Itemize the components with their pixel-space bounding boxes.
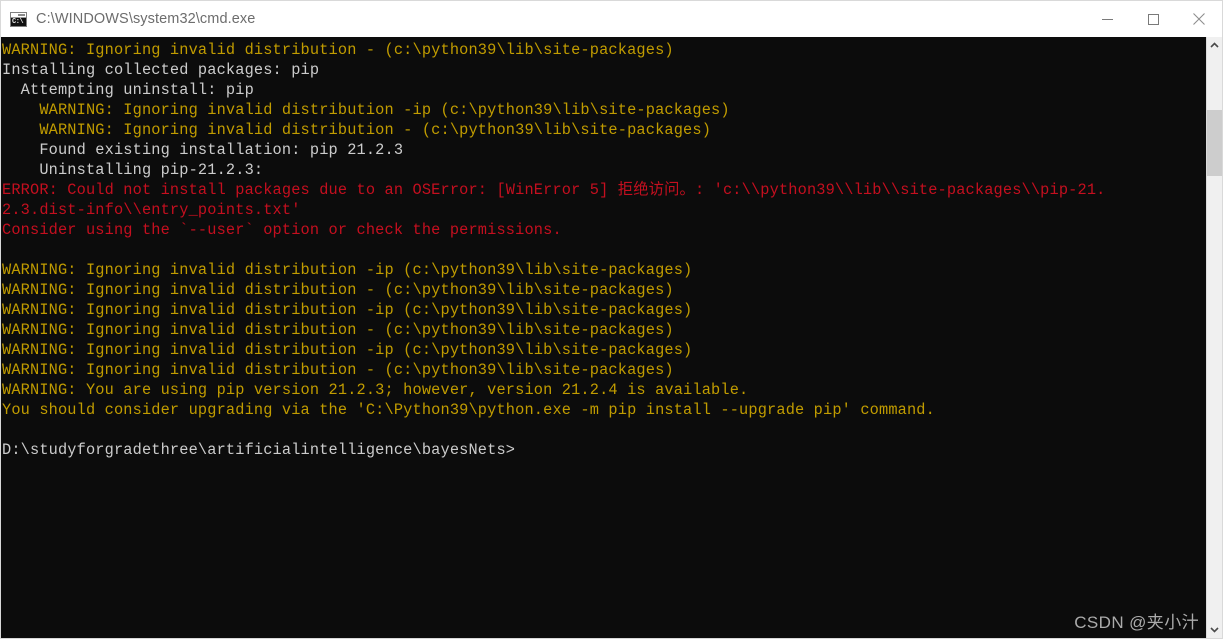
scroll-up-button[interactable] bbox=[1207, 37, 1222, 54]
cmd-icon-dots bbox=[18, 13, 25, 16]
title-bar[interactable]: C:\ C:\WINDOWS\system32\cmd.exe bbox=[0, 0, 1223, 37]
close-button[interactable] bbox=[1176, 1, 1222, 37]
console-line: D:\studyforgradethree\artificialintellig… bbox=[2, 441, 516, 459]
console-line: WARNING: Ignoring invalid distribution -… bbox=[2, 301, 693, 319]
cmd-icon: C:\ bbox=[10, 11, 27, 27]
window-controls bbox=[1084, 1, 1222, 37]
window-title: C:\WINDOWS\system32\cmd.exe bbox=[36, 11, 256, 27]
console-line: 2.3.dist-info\\entry_points.txt' bbox=[2, 201, 301, 219]
console-line: Consider using the `--user` option or ch… bbox=[2, 221, 562, 239]
console-line: WARNING: Ignoring invalid distribution -… bbox=[2, 341, 693, 359]
vertical-scrollbar[interactable] bbox=[1206, 37, 1223, 638]
cmd-icon-prompt: C:\ bbox=[11, 17, 26, 26]
console-output[interactable]: WARNING: Ignoring invalid distribution -… bbox=[1, 37, 1206, 638]
console-line: ERROR: Could not install packages due to… bbox=[2, 181, 1106, 199]
console-line: You should consider upgrading via the 'C… bbox=[2, 401, 935, 419]
cmd-window: C:\ C:\WINDOWS\system32\cmd.exe WARNING:… bbox=[0, 0, 1223, 639]
console-line: WARNING: Ignoring invalid distribution -… bbox=[2, 361, 674, 379]
console-line: WARNING: Ignoring invalid distribution -… bbox=[2, 281, 674, 299]
console-line: Attempting uninstall: pip bbox=[2, 81, 254, 99]
minimize-button[interactable] bbox=[1084, 1, 1130, 37]
maximize-button[interactable] bbox=[1130, 1, 1176, 37]
scrollbar-track[interactable] bbox=[1207, 54, 1222, 621]
console-line: WARNING: Ignoring invalid distribution -… bbox=[2, 321, 674, 339]
console-line: Found existing installation: pip 21.2.3 bbox=[2, 141, 404, 159]
console-line: WARNING: Ignoring invalid distribution -… bbox=[2, 261, 693, 279]
scroll-down-button[interactable] bbox=[1207, 621, 1222, 638]
scrollbar-thumb[interactable] bbox=[1207, 110, 1222, 176]
console-line: WARNING: Ignoring invalid distribution -… bbox=[2, 41, 674, 59]
console-line: WARNING: You are using pip version 21.2.… bbox=[2, 381, 749, 399]
console-line: Uninstalling pip-21.2.3: bbox=[2, 161, 264, 179]
console-line: WARNING: Ignoring invalid distribution -… bbox=[2, 101, 730, 119]
console-line: Installing collected packages: pip bbox=[2, 61, 320, 79]
console-area[interactable]: WARNING: Ignoring invalid distribution -… bbox=[0, 37, 1223, 639]
console-line: WARNING: Ignoring invalid distribution -… bbox=[2, 121, 712, 139]
